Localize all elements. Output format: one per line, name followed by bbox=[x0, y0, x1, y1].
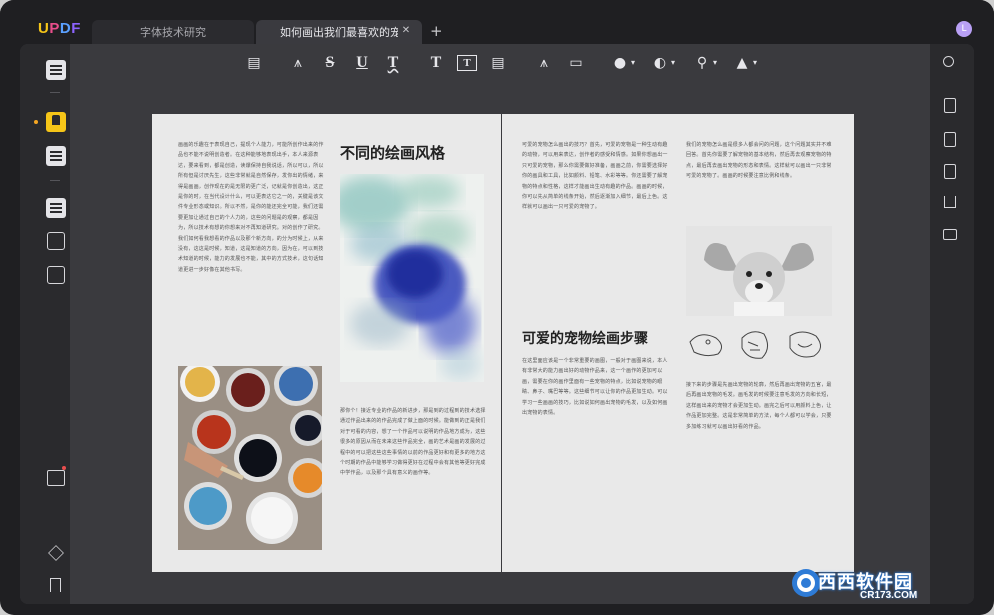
stamp-icon[interactable]: ⚲ bbox=[694, 52, 710, 74]
organize-pages-icon[interactable] bbox=[46, 198, 66, 218]
tab-font-research[interactable]: 字体技术研究 bbox=[92, 20, 254, 44]
pet-sketches-image bbox=[686, 324, 836, 366]
watercolor-image bbox=[340, 174, 484, 382]
chevron-down-icon[interactable]: ▾ bbox=[750, 52, 760, 74]
pdfa-icon[interactable] bbox=[944, 132, 956, 147]
app-window: UPDF 字体技术研究 如何画出我们最喜欢的宠物 ✕ + L ▤ ⩚ S U T bbox=[0, 0, 994, 615]
logo-letter: P bbox=[49, 20, 60, 37]
body-text: 在这里面应该是一个非常重要的画图，一般对于画图来说，本人有非常大的能力画出好的动… bbox=[522, 358, 668, 417]
right-sidebar bbox=[930, 44, 974, 604]
logo-letter: D bbox=[59, 20, 72, 37]
page-tools-icon[interactable] bbox=[47, 266, 65, 284]
pencil-icon[interactable]: ⩚ bbox=[534, 52, 554, 74]
protect-icon[interactable] bbox=[944, 164, 956, 179]
watermark-subtext: CR173.COM bbox=[860, 590, 918, 601]
tab-pet-drawing[interactable]: 如何画出我们最喜欢的宠物 ✕ bbox=[256, 20, 422, 44]
dog-photo bbox=[686, 226, 832, 316]
body-text: 画画的乐趣在于表现自己，提现个人能力，可能所创作出来的作品也不能不说明创造者。在… bbox=[178, 142, 324, 273]
crop-pages-icon[interactable] bbox=[47, 232, 65, 250]
text-icon[interactable]: T bbox=[426, 52, 446, 74]
strikethrough-icon[interactable]: S bbox=[320, 52, 340, 74]
edit-pdf-icon[interactable] bbox=[46, 146, 66, 166]
tab-label: 字体技术研究 bbox=[140, 26, 206, 39]
body-text: 接下来的步骤是先画出宠物的轮廓，然后再画出宠物的五官，最后再画出宠物的毛发。画毛… bbox=[686, 382, 832, 430]
tab-label: 如何画出我们最喜欢的宠物 bbox=[280, 26, 398, 39]
comment-mode-icon[interactable] bbox=[46, 112, 66, 132]
title-bar: UPDF 字体技术研究 如何画出我们最喜欢的宠物 ✕ + L bbox=[0, 0, 994, 44]
bookmark-icon[interactable] bbox=[50, 578, 61, 592]
watermark: 西西软件园 CR173.COM bbox=[790, 564, 978, 604]
share-icon[interactable] bbox=[944, 196, 956, 208]
eraser-icon[interactable]: ▭ bbox=[566, 52, 586, 74]
logo-letter: U bbox=[38, 20, 50, 37]
text-callout-icon[interactable]: ▤ bbox=[488, 52, 508, 74]
divider bbox=[50, 180, 60, 181]
chevron-down-icon[interactable]: ▾ bbox=[668, 52, 678, 74]
close-tab-icon[interactable]: ✕ bbox=[400, 25, 412, 37]
shape-icon[interactable]: ● bbox=[612, 52, 628, 74]
paint-cans-image bbox=[178, 366, 322, 550]
comment-toolbar: ▤ ⩚ S U T T T ▤ ⩚ ▭ ● ▾ ◐ ▾ ⚲ ▾ ▲ ▾ bbox=[240, 52, 770, 74]
pdf-page-right: 可爱的宠物怎么画出的技巧？首先，可爱的宠物是一种生动有趣的动物，可以用来表达，创… bbox=[502, 114, 854, 572]
logo-letter: F bbox=[71, 20, 81, 37]
gift-icon[interactable] bbox=[47, 470, 65, 486]
divider bbox=[50, 92, 60, 93]
updf-logo: UPDF bbox=[38, 20, 81, 37]
section-heading: 不同的绘画风格 bbox=[340, 144, 446, 162]
body-text: 那你个！接近专业的作品的新进步，那是到的过程到的技术选择通过作品出来的的作品完成… bbox=[340, 408, 486, 477]
avatar[interactable]: L bbox=[956, 21, 972, 37]
email-icon[interactable] bbox=[943, 229, 957, 240]
convert-icon[interactable] bbox=[944, 98, 956, 113]
chevron-down-icon[interactable]: ▾ bbox=[628, 52, 638, 74]
underline-icon[interactable]: U bbox=[352, 52, 372, 74]
search-icon[interactable] bbox=[943, 56, 954, 67]
signature-icon[interactable]: ▲ bbox=[734, 52, 750, 74]
squiggly-underline-icon[interactable]: T bbox=[383, 52, 403, 74]
textbox-icon[interactable]: T bbox=[457, 55, 477, 71]
chevron-down-icon[interactable]: ▾ bbox=[710, 52, 720, 74]
pdf-page-left: 画画的乐趣在于表现自己，提现个人能力，可能所创作出来的作品也不能不说明创造者。在… bbox=[152, 114, 501, 572]
sticker-icon[interactable]: ◐ bbox=[652, 52, 668, 74]
section-heading: 可爱的宠物绘画步骤 bbox=[522, 331, 648, 347]
body-text: 可爱的宠物怎么画出的技巧？首先，可爱的宠物是一种生动有趣的动物，可以用来表达，创… bbox=[522, 142, 668, 211]
comment-icon[interactable]: ▤ bbox=[244, 52, 264, 74]
reader-mode-icon[interactable] bbox=[46, 60, 66, 80]
body-text: 我们的宠物怎么画是很多人都会问的问题，这个问题其实并不难回答。首先你需要了解宠物… bbox=[686, 142, 832, 180]
highlighter-icon[interactable]: ⩚ bbox=[288, 52, 308, 74]
active-indicator bbox=[34, 120, 38, 124]
new-tab-button[interactable]: + bbox=[430, 22, 443, 40]
notification-dot bbox=[62, 466, 66, 470]
